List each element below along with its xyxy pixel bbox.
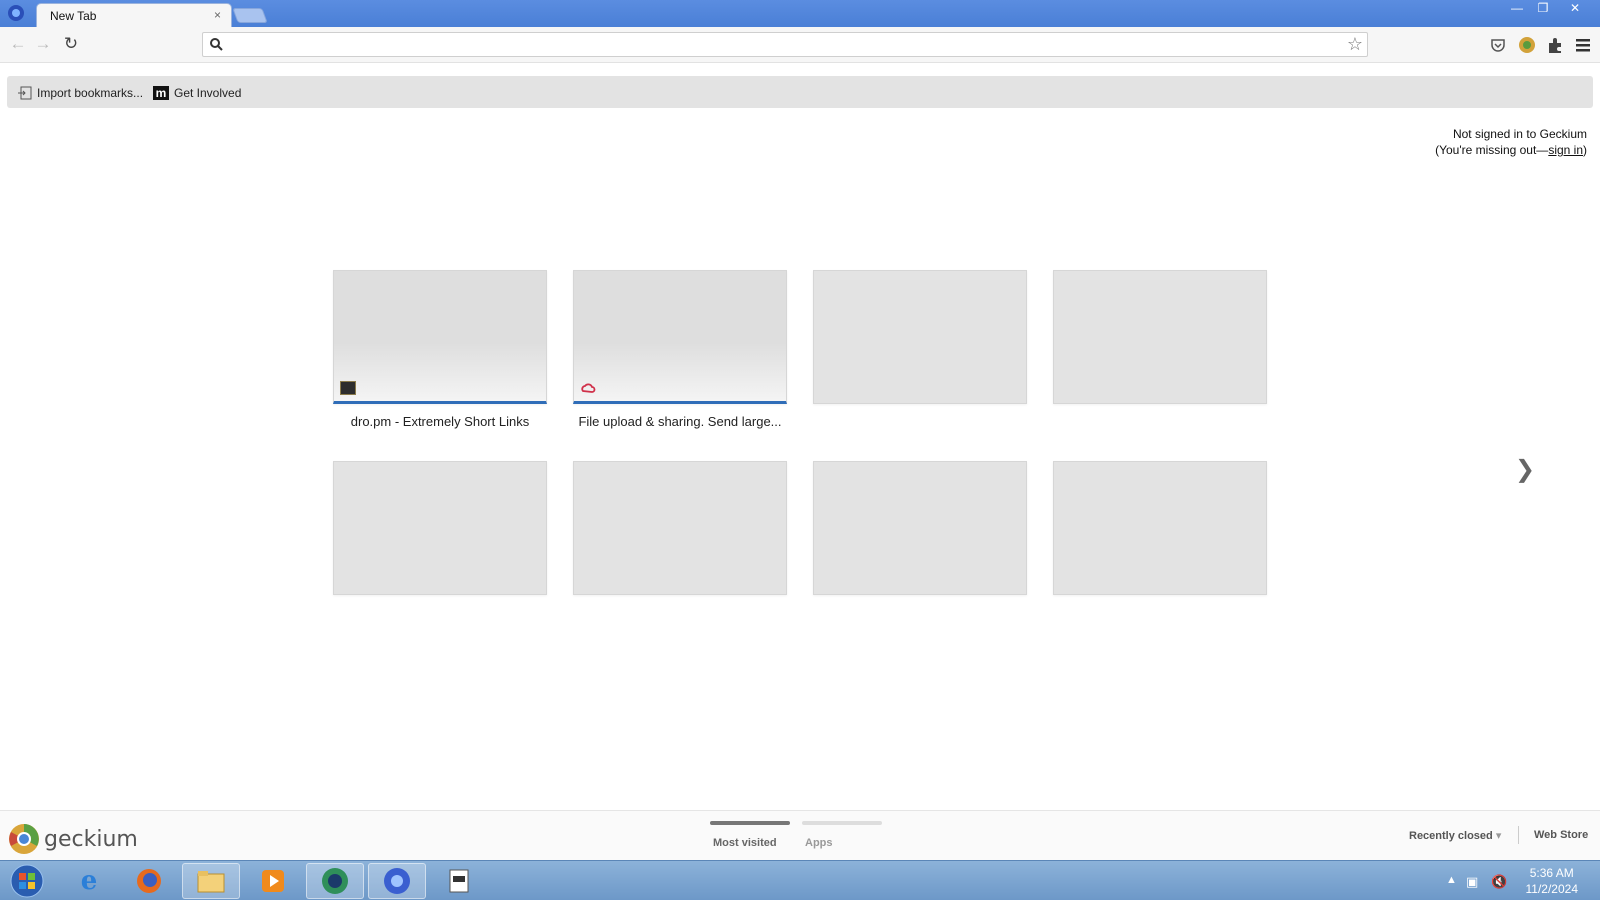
most-visited-tile-empty [813,461,1027,595]
ntp-footer: geckium Most visited Apps Recently close… [0,810,1600,860]
tab-title: New Tab [50,9,97,23]
internet-explorer-icon: e [80,866,98,896]
bookmark-label: Import bookmarks... [37,86,144,100]
bookmarks-bar: Import bookmarks... m Get Involved [7,76,1593,108]
recently-closed-label: Recently closed [1409,830,1493,842]
signin-notice: Not signed in to Geckium (You're missing… [1435,126,1587,158]
most-visited-tile-empty [573,461,787,595]
account-icon[interactable] [1517,35,1537,55]
start-button[interactable] [0,863,54,899]
browser-app-icon [322,868,348,894]
bookmark-import[interactable]: Import bookmarks... [18,84,143,102]
folder-icon [197,871,225,893]
footer-divider [1518,826,1519,844]
signin-suffix: ) [1583,143,1587,157]
document-icon [449,869,469,893]
toolbar: ← → ↻ ☆ [0,27,1600,63]
m-logo-icon: m [153,86,169,100]
geckium-icon [384,868,410,894]
chevron-down-icon: ▾ [1495,830,1502,842]
tab-new-tab[interactable]: New Tab × [36,3,232,27]
dro-favicon-icon [340,381,356,395]
web-store-link[interactable]: Web Store [1534,829,1588,841]
close-icon[interactable]: × [214,8,221,22]
tab-strip: New Tab × — ❐ ✕ [0,0,1600,27]
geckium-logo-icon [9,824,39,854]
geckium-app-icon[interactable] [7,4,25,22]
next-page-arrow-icon[interactable]: ❯ [1515,455,1535,484]
bookmark-label: Get Involved [174,86,242,100]
recently-closed-menu[interactable]: Recently closed ▾ [1409,829,1501,842]
most-visited-tile-empty [1053,270,1267,404]
windows-taskbar: e ▲ ▣ 🔇 5:36 AM 11/2/2024 [0,860,1600,900]
volume-muted-icon[interactable]: 🔇 [1491,874,1507,890]
section-most-visited[interactable]: Most visited [713,837,777,849]
geckium-logo: geckium [8,823,138,855]
forward-button[interactable]: → [33,34,53,54]
most-visited-tile-empty [1053,461,1267,595]
network-icon[interactable]: ▣ [1466,874,1478,890]
taskbar-geckium[interactable] [368,863,426,899]
firefox-icon [137,869,161,893]
taskbar-document[interactable] [430,863,488,899]
taskbar-internet-explorer[interactable]: e [60,863,118,899]
extensions-icon[interactable] [1545,35,1565,55]
brand-text: geckium [44,826,138,852]
menu-icon[interactable] [1573,35,1593,55]
signin-link[interactable]: sign in [1548,143,1583,157]
reload-button[interactable]: ↻ [61,34,81,54]
restore-button[interactable]: ❐ [1530,0,1556,18]
pocket-icon[interactable] [1488,35,1508,55]
minimize-button[interactable]: — [1504,0,1530,18]
clock-date: 11/2/2024 [1525,882,1579,896]
pager-bar-most-visited[interactable] [710,821,790,825]
tile-title[interactable]: File upload & sharing. Send large... [573,414,787,429]
taskbar-geckium-alt[interactable] [306,863,364,899]
taskbar-file-explorer[interactable] [182,863,240,899]
back-button[interactable]: ← [8,34,28,54]
search-icon [210,38,223,51]
cloud-favicon-icon [581,383,596,393]
most-visited-tile[interactable] [573,270,787,404]
tile-title[interactable]: dro.pm - Extremely Short Links [333,414,547,429]
close-window-button[interactable]: ✕ [1562,0,1588,18]
star-icon[interactable]: ☆ [1347,34,1363,55]
most-visited-tile-empty [333,461,547,595]
import-icon [18,86,32,100]
most-visited-tile[interactable] [333,270,547,404]
new-tab-button[interactable] [232,8,268,23]
signin-status: Not signed in to Geckium [1452,127,1587,141]
signin-prefix: (You're missing out— [1435,143,1549,157]
tray-expand-icon[interactable]: ▲ [1446,874,1457,886]
taskbar-clock[interactable]: 5:36 AM 11/2/2024 [1526,865,1579,897]
media-player-icon [262,870,284,892]
pager-bar-apps[interactable] [802,821,882,825]
bookmark-get-involved[interactable]: m Get Involved [153,84,241,102]
taskbar-firefox[interactable] [120,863,178,899]
omnibox[interactable]: ☆ [202,32,1368,57]
windows-start-icon [10,864,44,898]
most-visited-tile-empty [813,270,1027,404]
section-apps[interactable]: Apps [805,837,833,849]
clock-time: 5:36 AM [1529,866,1574,880]
taskbar-media-player[interactable] [244,863,302,899]
omnibox-input[interactable] [229,36,1329,53]
